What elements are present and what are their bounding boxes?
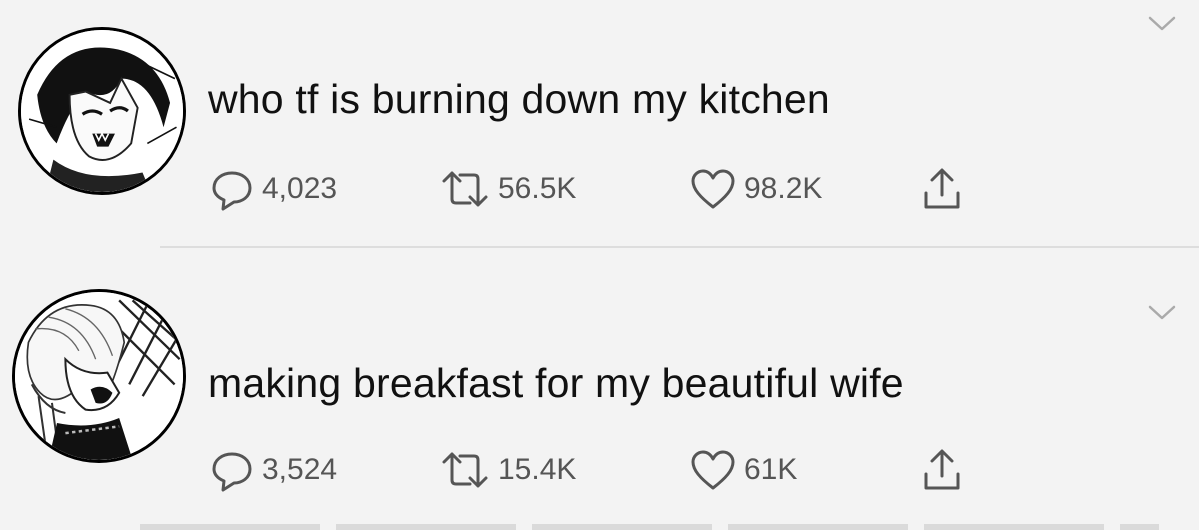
divider (140, 524, 1159, 530)
retweet-count: 15.4K (498, 453, 577, 486)
tweet-text: making breakfast for my beautiful wife (208, 360, 904, 406)
retweet-button[interactable]: 56.5K (440, 165, 576, 213)
share-icon (924, 449, 960, 490)
reply-count: 3,524 (262, 453, 338, 486)
avatar[interactable] (12, 289, 186, 463)
retweet-icon (442, 171, 488, 207)
retweet-count: 56.5K (498, 172, 577, 205)
like-count: 61K (744, 453, 798, 486)
reply-icon (212, 171, 252, 211)
light-haired-anime-character-avatar (15, 292, 183, 460)
tweet-text: who tf is burning down my kitchen (208, 76, 830, 122)
like-button[interactable]: 61K (690, 446, 797, 494)
reply-icon (212, 452, 252, 492)
reply-count: 4,023 (262, 172, 338, 205)
tweet[interactable]: who tf is burning down my kitchen 4,023 … (0, 0, 1199, 248)
share-button[interactable] (920, 446, 964, 494)
like-button[interactable]: 98.2K (690, 165, 822, 213)
retweet-icon (442, 452, 488, 488)
heart-icon (691, 450, 735, 490)
share-icon (924, 168, 960, 209)
reply-button[interactable]: 3,524 (210, 446, 337, 494)
share-button[interactable] (920, 165, 964, 213)
avatar[interactable] (18, 27, 186, 195)
dark-haired-anime-character-avatar (21, 30, 183, 192)
heart-icon (691, 169, 735, 209)
chevron-down-icon[interactable] (1147, 301, 1177, 323)
tweet[interactable]: making breakfast for my beautiful wife 3… (0, 249, 1199, 530)
reply-button[interactable]: 4,023 (210, 165, 337, 213)
retweet-button[interactable]: 15.4K (440, 446, 576, 494)
divider (160, 246, 1199, 248)
chevron-down-icon[interactable] (1147, 12, 1177, 34)
like-count: 98.2K (744, 172, 823, 205)
